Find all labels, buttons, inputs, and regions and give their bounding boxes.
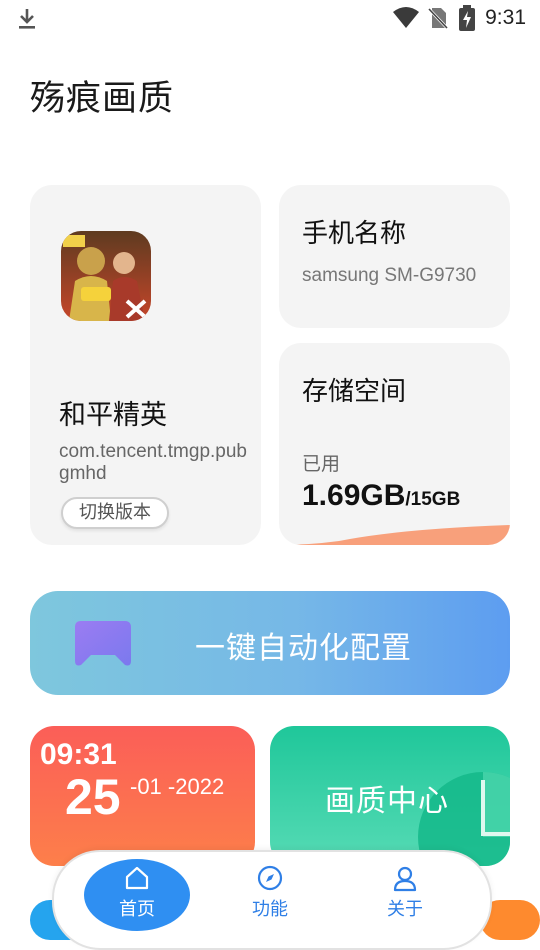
clock-card: 09:31 25 -01 -2022 — [30, 726, 255, 866]
storage-card: 存储空间 已用 1.69GB/15GB — [279, 343, 510, 545]
gamepad-icon — [75, 621, 131, 666]
clock-month-year: -01 -2022 — [130, 774, 225, 799]
auto-config-button[interactable]: 一键自动化配置 — [30, 591, 510, 695]
auto-config-label: 一键自动化配置 — [195, 631, 412, 666]
storage-used-amount: 1.69GB — [302, 479, 406, 512]
battery-charging-icon — [459, 5, 475, 31]
nav-item-features[interactable]: 功能 — [225, 864, 315, 921]
nav-label-features: 功能 — [252, 899, 288, 920]
download-icon — [19, 9, 35, 29]
wifi-icon — [393, 7, 419, 28]
storage-value: 1.69GB/15GB — [302, 479, 460, 513]
compass-icon — [257, 865, 283, 891]
phone-info-card: 手机名称 samsung SM-G9730 — [279, 185, 510, 328]
bottom-navigation: 首页 功能 关于 — [52, 850, 492, 950]
switch-version-button[interactable]: 切换版本 — [61, 497, 169, 529]
phone-model: samsung SM-G9730 — [302, 265, 477, 286]
storage-usage-bar — [279, 525, 510, 545]
storage-heading: 存储空间 — [302, 377, 407, 407]
phone-name-heading: 手机名称 — [302, 219, 407, 249]
game-app-icon — [61, 231, 151, 321]
nav-item-about[interactable]: 关于 — [360, 864, 450, 921]
game-name: 和平精英 — [59, 400, 167, 431]
game-card[interactable]: 和平精英 com.tencent.tmgp.pubgmhd 切换版本 — [30, 185, 261, 545]
nav-label-home: 首页 — [119, 899, 155, 920]
user-icon — [393, 866, 417, 892]
clock-time: 09:31 — [40, 738, 117, 771]
home-icon — [125, 866, 149, 890]
game-package-name: com.tencent.tmgp.pubgmhd — [59, 441, 247, 484]
clock-day: 25 — [65, 769, 121, 825]
page-title: 殇痕画质 — [30, 79, 175, 119]
status-bar: 9:31 — [0, 0, 540, 36]
no-sim-icon — [427, 7, 449, 30]
nav-label-about: 关于 — [387, 899, 423, 920]
storage-used-label: 已用 — [302, 453, 341, 475]
quality-center-card[interactable]: 画质中心 — [270, 726, 510, 866]
nav-item-home[interactable]: 首页 — [92, 864, 182, 921]
status-time: 9:31 — [485, 6, 526, 29]
quality-center-label: 画质中心 — [325, 784, 449, 819]
storage-total-amount: /15GB — [405, 489, 461, 510]
